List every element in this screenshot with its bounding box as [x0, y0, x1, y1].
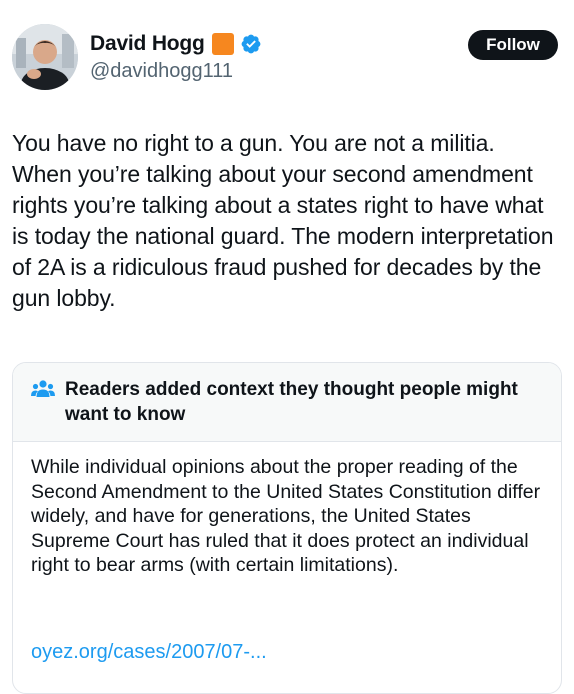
community-note-link[interactable]: oyez.org/cases/2007/07-...: [31, 641, 267, 664]
community-note-title: Readers added context they thought peopl…: [65, 379, 518, 425]
community-note: Readers added context they thought peopl…: [12, 362, 562, 694]
name-row: David Hogg: [90, 30, 262, 58]
tweet-header: David Hogg @davidhogg111 Follow: [12, 24, 562, 94]
follow-button[interactable]: Follow: [468, 30, 558, 60]
people-icon: [31, 380, 55, 397]
orange-square-emoji: [211, 33, 234, 55]
tweet-card: David Hogg @davidhogg111 Follow You have…: [0, 0, 574, 694]
avatar[interactable]: [12, 24, 78, 90]
community-note-header: Readers added context they thought peopl…: [13, 363, 561, 442]
community-note-body: While individual opinions about the prop…: [31, 456, 541, 576]
tweet-text: You have no right to a gun. You are not …: [12, 130, 554, 311]
verified-badge-icon: [241, 34, 261, 54]
author-info: David Hogg @davidhogg111: [90, 30, 262, 83]
display-name[interactable]: David Hogg: [90, 32, 205, 56]
handle[interactable]: @davidhogg111: [90, 60, 262, 83]
